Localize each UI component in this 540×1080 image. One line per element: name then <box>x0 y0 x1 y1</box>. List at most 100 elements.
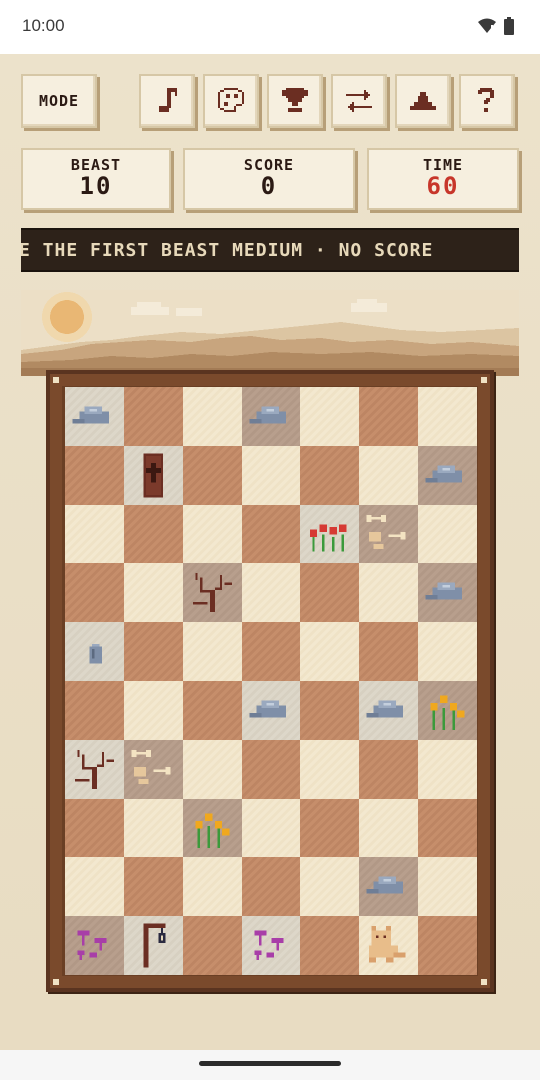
navigation-bar <box>0 1050 540 1080</box>
swap-arrows-icon <box>346 90 372 112</box>
board-cell[interactable] <box>359 681 419 740</box>
board-cell[interactable] <box>241 916 301 975</box>
swap-button[interactable] <box>331 74 387 128</box>
board-cell[interactable] <box>65 681 124 740</box>
dead-bush-icon <box>74 749 115 789</box>
board-cell[interactable] <box>359 798 419 858</box>
board-cell[interactable] <box>123 445 183 505</box>
battery-icon <box>504 17 514 35</box>
board-cell[interactable] <box>300 857 360 917</box>
board-cell[interactable] <box>123 916 183 975</box>
help-button[interactable] <box>459 74 515 128</box>
board-cell[interactable] <box>300 387 360 446</box>
status-time: 10:00 <box>22 16 65 35</box>
board-cell[interactable] <box>418 445 477 505</box>
board-cell[interactable] <box>300 681 360 740</box>
board-cell[interactable] <box>359 563 419 623</box>
board-cell[interactable] <box>418 739 477 799</box>
game-board[interactable] <box>65 387 477 975</box>
board-cell[interactable] <box>123 504 183 564</box>
board-cell[interactable] <box>359 739 419 799</box>
board-cell[interactable] <box>418 563 477 623</box>
bones-icon <box>366 514 406 549</box>
board-cell[interactable] <box>241 798 301 858</box>
board-cell[interactable] <box>65 622 124 681</box>
trophy-button[interactable] <box>267 74 323 128</box>
board-cell[interactable] <box>418 622 477 681</box>
board-cell[interactable] <box>123 681 183 740</box>
mode-button[interactable]: MODE <box>21 74 97 128</box>
board-cell[interactable] <box>182 387 242 446</box>
board-cell[interactable] <box>300 445 360 505</box>
board-cell[interactable] <box>300 798 360 858</box>
board-cell[interactable] <box>418 798 477 858</box>
board-cell[interactable] <box>418 681 477 740</box>
board-cell[interactable] <box>418 387 477 446</box>
board-cell[interactable] <box>359 622 419 681</box>
score-stat: SCORE 0 <box>183 148 355 210</box>
mushrooms-icon <box>77 930 107 961</box>
board-cell[interactable] <box>182 798 242 858</box>
board-cell[interactable] <box>300 739 360 799</box>
board-cell[interactable] <box>359 916 419 975</box>
board-cell[interactable] <box>418 916 477 975</box>
board-cell[interactable] <box>65 798 124 858</box>
board-cell[interactable] <box>241 445 301 505</box>
board-cell[interactable] <box>418 857 477 917</box>
wifi-icon <box>478 18 496 33</box>
board-cell[interactable] <box>65 857 124 917</box>
board-cell[interactable] <box>123 387 183 446</box>
board-cell[interactable] <box>300 916 360 975</box>
board-cell[interactable] <box>241 857 301 917</box>
board-cell[interactable] <box>123 563 183 623</box>
board-cell[interactable] <box>241 563 301 623</box>
board-cell[interactable] <box>65 563 124 623</box>
leaderboard-button[interactable] <box>395 74 451 128</box>
board-cell[interactable] <box>241 622 301 681</box>
bones-icon <box>131 749 171 784</box>
board-cell[interactable] <box>65 916 124 975</box>
yellow-flowers-icon <box>194 813 230 848</box>
trophy-icon <box>282 88 308 112</box>
board-cell[interactable] <box>182 445 242 505</box>
podium-icon <box>410 92 436 110</box>
rock-icon <box>248 406 286 424</box>
board-cell[interactable] <box>300 622 360 681</box>
board-cell[interactable] <box>418 504 477 564</box>
time-stat: TIME 60 <box>367 148 519 210</box>
desert-scene <box>21 290 519 376</box>
board-cell[interactable] <box>65 387 124 446</box>
board-cell[interactable] <box>65 445 124 505</box>
board-cell[interactable] <box>182 622 242 681</box>
board-cell[interactable] <box>359 387 419 446</box>
board-cell[interactable] <box>123 622 183 681</box>
board-cell[interactable] <box>241 504 301 564</box>
board-cell[interactable] <box>182 857 242 917</box>
home-gesture-pill[interactable] <box>199 1061 341 1066</box>
board-cell[interactable] <box>300 563 360 623</box>
board-cell[interactable] <box>65 739 124 799</box>
board-cell[interactable] <box>182 916 242 975</box>
coffin-icon <box>143 453 164 498</box>
palette-button[interactable] <box>203 74 259 128</box>
board-cell[interactable] <box>241 387 301 446</box>
board-cell[interactable] <box>182 504 242 564</box>
board-cell[interactable] <box>359 504 419 564</box>
music-button[interactable] <box>139 74 195 128</box>
game-area: MODE BEAST 10 SCORE 0 TIME 60 E THE FIRS… <box>0 54 540 1050</box>
board-cell[interactable] <box>182 681 242 740</box>
rock-icon <box>425 582 463 601</box>
board-cell[interactable] <box>182 563 242 623</box>
board-cell[interactable] <box>182 739 242 799</box>
board-cell[interactable] <box>123 739 183 799</box>
board-cell[interactable] <box>359 445 419 505</box>
board-cell[interactable] <box>359 857 419 917</box>
board-cell[interactable] <box>300 504 360 564</box>
music-note-icon <box>159 88 177 112</box>
board-cell[interactable] <box>241 681 301 740</box>
board-cell[interactable] <box>123 798 183 858</box>
board-cell[interactable] <box>241 739 301 799</box>
board-cell[interactable] <box>123 857 183 917</box>
yellow-flowers-icon <box>430 695 465 730</box>
board-cell[interactable] <box>65 504 124 564</box>
